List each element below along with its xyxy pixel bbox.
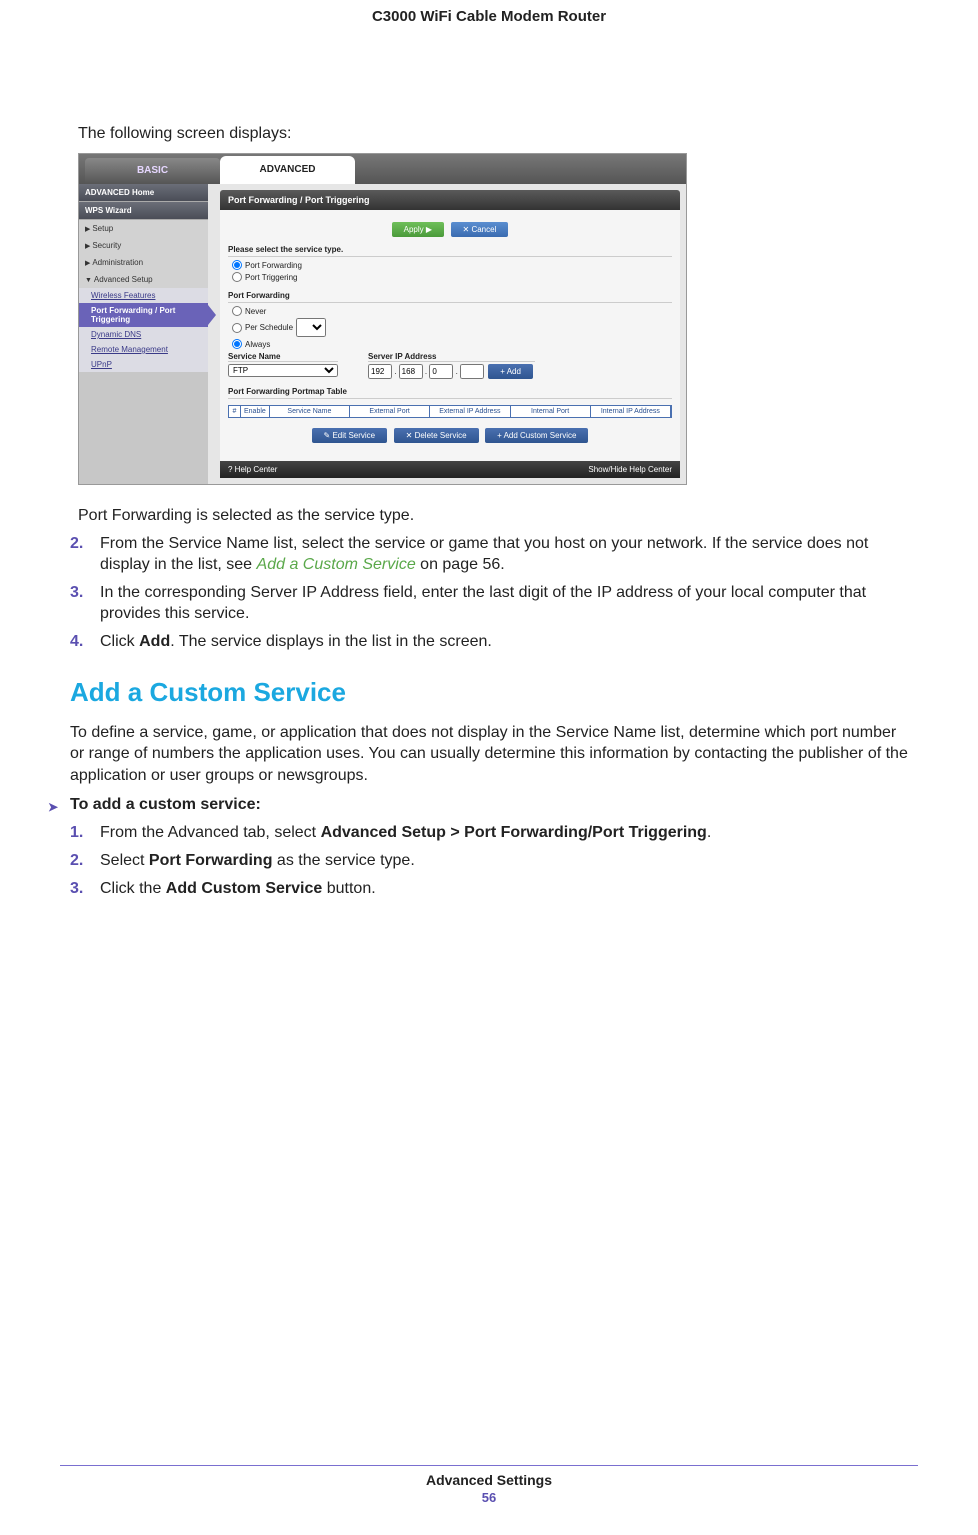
edit-service-button[interactable]: ✎ Edit Service xyxy=(312,428,388,443)
page-header: C3000 WiFi Cable Modem Router xyxy=(0,0,978,25)
link-add-custom-service[interactable]: Add a Custom Service xyxy=(257,556,416,573)
radio-always-label: Always xyxy=(245,340,270,349)
service-name-select[interactable]: FTP xyxy=(228,364,338,377)
step-4: 4. Click Add. The service displays in th… xyxy=(70,631,908,653)
show-hide-help[interactable]: Show/Hide Help Center xyxy=(588,465,672,474)
sidebar-port-forwarding[interactable]: Port Forwarding / Port Triggering xyxy=(79,303,208,327)
router-screenshot: BASIC ADVANCED ADVANCED Home WPS Wizard … xyxy=(78,153,687,485)
footer-section: Advanced Settings xyxy=(0,1472,978,1488)
after-screenshot-text: Port Forwarding is selected as the servi… xyxy=(78,505,908,527)
radio-pt-label: Port Triggering xyxy=(245,273,297,282)
footer-page-number: 56 xyxy=(0,1490,978,1505)
pf-section-label: Port Forwarding xyxy=(228,291,672,303)
proc-step-3: 3. Click the Add Custom Service button. xyxy=(70,878,908,900)
ip-octet-3[interactable] xyxy=(429,364,453,379)
portmap-table: # Enable Service Name External Port Exte… xyxy=(228,405,672,418)
service-name-label: Service Name xyxy=(228,352,338,362)
step-2: 2. From the Service Name list, select th… xyxy=(70,533,908,576)
radio-never[interactable] xyxy=(232,306,242,316)
section-paragraph: To define a service, game, or applicatio… xyxy=(70,722,908,787)
th-hash: # xyxy=(229,406,241,417)
sidebar-administration[interactable]: Administration xyxy=(79,254,208,271)
main-panel: Port Forwarding / Port Triggering Apply … xyxy=(208,184,686,484)
help-center[interactable]: ? Help Center xyxy=(228,465,277,474)
radio-per-schedule[interactable] xyxy=(232,323,242,333)
th-external-ip: External IP Address xyxy=(430,406,510,417)
sidebar-setup[interactable]: Setup xyxy=(79,220,208,237)
page-footer: Advanced Settings 56 xyxy=(0,1465,978,1505)
th-external-port: External Port xyxy=(350,406,430,417)
th-internal-ip: Internal IP Address xyxy=(591,406,671,417)
ip-octet-2[interactable] xyxy=(399,364,423,379)
ip-octet-4[interactable] xyxy=(460,364,484,379)
service-type-label: Please select the service type. xyxy=(228,245,672,257)
ip-octet-1[interactable] xyxy=(368,364,392,379)
proc-step-1: 1. From the Advanced tab, select Advance… xyxy=(70,822,908,844)
th-internal-port: Internal Port xyxy=(511,406,591,417)
apply-button[interactable]: Apply ▶ xyxy=(392,222,444,237)
cancel-button[interactable]: ✕ Cancel xyxy=(451,222,509,237)
delete-service-button[interactable]: ✕ Delete Service xyxy=(394,428,479,443)
tab-advanced[interactable]: ADVANCED xyxy=(220,156,355,184)
add-button[interactable]: + Add xyxy=(488,364,533,379)
server-ip-label: Server IP Address xyxy=(368,352,535,362)
sidebar-wireless-features[interactable]: Wireless Features xyxy=(79,288,208,303)
th-enable: Enable xyxy=(241,406,270,417)
add-custom-service-button[interactable]: + Add Custom Service xyxy=(485,428,588,443)
radio-port-triggering[interactable] xyxy=(232,272,242,282)
radio-pf-label: Port Forwarding xyxy=(245,261,302,270)
procedure-heading: ➤ To add a custom service: xyxy=(70,796,908,814)
sidebar-upnp[interactable]: UPnP xyxy=(79,357,208,372)
step-3: 3.In the corresponding Server IP Address… xyxy=(70,582,908,625)
radio-persched-label: Per Schedule xyxy=(245,323,293,332)
sidebar-advanced-home[interactable]: ADVANCED Home xyxy=(79,184,208,202)
th-service-name: Service Name xyxy=(270,406,350,417)
sidebar: ADVANCED Home WPS Wizard Setup Security … xyxy=(79,184,208,484)
tab-bar: BASIC ADVANCED xyxy=(79,154,686,184)
panel-title: Port Forwarding / Port Triggering xyxy=(220,190,680,210)
proc-step-2: 2. Select Port Forwarding as the service… xyxy=(70,850,908,872)
sidebar-dynamic-dns[interactable]: Dynamic DNS xyxy=(79,327,208,342)
radio-never-label: Never xyxy=(245,307,266,316)
tab-basic[interactable]: BASIC xyxy=(85,158,220,184)
sidebar-advanced-setup[interactable]: Advanced Setup xyxy=(79,271,208,288)
sidebar-wps-wizard[interactable]: WPS Wizard xyxy=(79,202,208,220)
portmap-label: Port Forwarding Portmap Table xyxy=(228,387,672,399)
intro-text: The following screen displays: xyxy=(70,125,908,143)
radio-always[interactable] xyxy=(232,339,242,349)
sidebar-security[interactable]: Security xyxy=(79,237,208,254)
schedule-select[interactable] xyxy=(296,318,326,337)
radio-port-forwarding[interactable] xyxy=(232,260,242,270)
sidebar-remote-management[interactable]: Remote Management xyxy=(79,342,208,357)
procedure-arrow-icon: ➤ xyxy=(48,800,58,814)
section-heading: Add a Custom Service xyxy=(70,677,908,708)
